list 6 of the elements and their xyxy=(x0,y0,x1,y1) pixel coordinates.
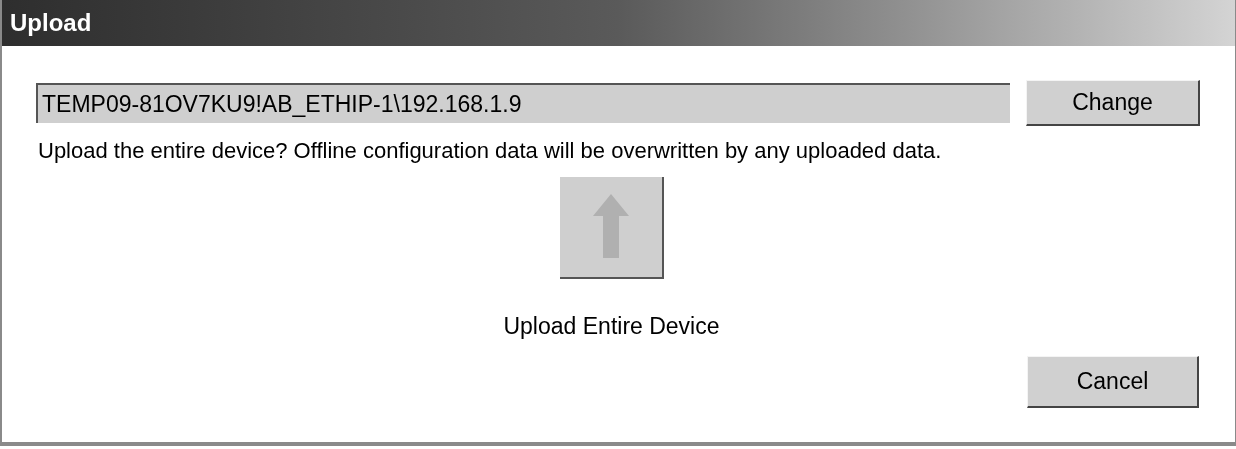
upload-label: Upload Entire Device xyxy=(503,312,720,341)
window-title: Upload xyxy=(10,8,92,38)
cancel-button[interactable]: Cancel xyxy=(1027,355,1199,408)
message-text: Upload the entire device? Offline configuration data will be overwritten by any uploaded data. xyxy=(37,137,943,165)
change-button[interactable]: Change xyxy=(1026,80,1200,126)
path-field[interactable]: TEMP09-81OV7KU9!AB_ETHIP-1\192.168.1.9 xyxy=(36,83,1010,123)
